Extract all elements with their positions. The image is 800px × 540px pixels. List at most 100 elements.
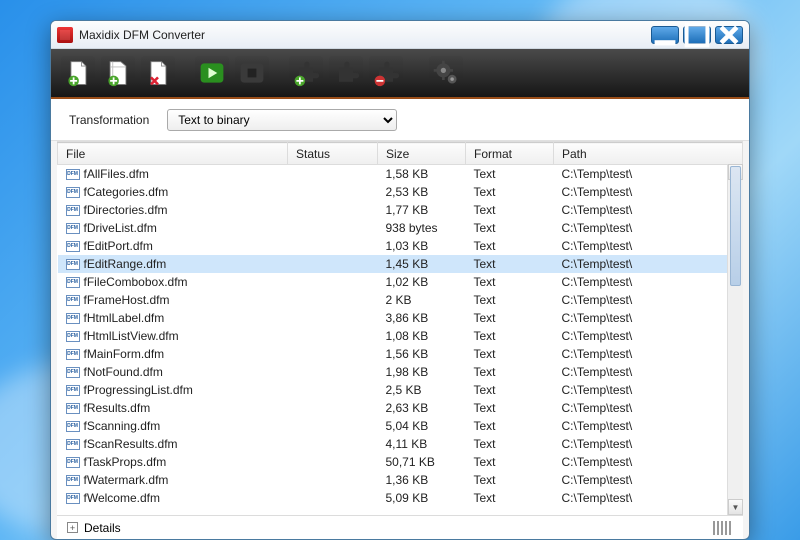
cell-size: 2,5 KB — [378, 381, 466, 399]
table-row[interactable]: fEditPort.dfm1,03 KBTextC:\Temp\test\ — [58, 237, 743, 255]
transformation-select[interactable]: Text to binary — [167, 109, 397, 131]
cell-path: C:\Temp\test\ — [554, 327, 743, 345]
cell-status — [288, 201, 378, 219]
expand-details-button[interactable]: + — [67, 522, 78, 533]
cell-file: fHtmlLabel.dfm — [58, 309, 288, 327]
table-row[interactable]: fMainForm.dfm1,56 KBTextC:\Temp\test\ — [58, 345, 743, 363]
cell-status — [288, 273, 378, 291]
close-button[interactable] — [715, 26, 743, 44]
col-format[interactable]: Format — [466, 143, 554, 165]
cell-status — [288, 453, 378, 471]
add-file-button[interactable] — [61, 56, 95, 90]
cell-format: Text — [466, 435, 554, 453]
plugin-remove-button[interactable] — [369, 56, 403, 90]
stop-button[interactable] — [235, 56, 269, 90]
table-row[interactable]: fDirectories.dfm1,77 KBTextC:\Temp\test\ — [58, 201, 743, 219]
cell-format: Text — [466, 183, 554, 201]
dfm-file-icon — [66, 475, 80, 486]
cell-size: 1,58 KB — [378, 165, 466, 183]
dfm-file-icon — [66, 331, 80, 342]
table-row[interactable]: fScanning.dfm5,04 KBTextC:\Temp\test\ — [58, 417, 743, 435]
run-button[interactable] — [195, 56, 229, 90]
col-size[interactable]: Size — [378, 143, 466, 165]
add-folder-button[interactable] — [101, 56, 135, 90]
table-row[interactable]: fResults.dfm2,63 KBTextC:\Temp\test\ — [58, 399, 743, 417]
dfm-file-icon — [66, 295, 80, 306]
cell-file: fEditRange.dfm — [58, 255, 288, 273]
cell-file: fProgressingList.dfm — [58, 381, 288, 399]
dfm-file-icon — [66, 259, 80, 270]
cell-size: 1,98 KB — [378, 363, 466, 381]
cell-format: Text — [466, 345, 554, 363]
col-file[interactable]: File — [58, 143, 288, 165]
cell-size: 1,56 KB — [378, 345, 466, 363]
dfm-file-icon — [66, 313, 80, 324]
table-row[interactable]: fHtmlLabel.dfm 3,86 KBTextC:\Temp\test\ — [58, 309, 743, 327]
cell-format: Text — [466, 489, 554, 507]
table-row[interactable]: fProgressingList.dfm2,5 KBTextC:\Temp\te… — [58, 381, 743, 399]
table-row[interactable]: fWelcome.dfm5,09 KBTextC:\Temp\test\ — [58, 489, 743, 507]
cell-file: fMainForm.dfm — [58, 345, 288, 363]
cell-size: 5,04 KB — [378, 417, 466, 435]
app-icon — [57, 27, 73, 43]
table-row[interactable]: fNotFound.dfm1,98 KBTextC:\Temp\test\ — [58, 363, 743, 381]
cell-size: 3,86 KB — [378, 309, 466, 327]
transformation-row: Transformation Text to binary — [51, 99, 749, 141]
dfm-file-icon — [66, 367, 80, 378]
cell-format: Text — [466, 291, 554, 309]
cell-file: fScanning.dfm — [58, 417, 288, 435]
cell-status — [288, 399, 378, 417]
cell-format: Text — [466, 309, 554, 327]
cell-status — [288, 363, 378, 381]
cell-file: fDirectories.dfm — [58, 201, 288, 219]
remove-file-button[interactable] — [141, 56, 175, 90]
table-row[interactable]: fFileCombobox.dfm1,02 KBTextC:\Temp\test… — [58, 273, 743, 291]
cell-path: C:\Temp\test\ — [554, 165, 743, 183]
vertical-scrollbar[interactable]: ▲ ▼ — [727, 164, 743, 515]
table-row[interactable]: fEditRange.dfm1,45 KBTextC:\Temp\test\ — [58, 255, 743, 273]
table-row[interactable]: fHtmlListView.dfm1,08 KBTextC:\Temp\test… — [58, 327, 743, 345]
cell-path: C:\Temp\test\ — [554, 183, 743, 201]
cell-size: 1,03 KB — [378, 237, 466, 255]
details-label: Details — [84, 521, 121, 535]
table-row[interactable]: fTaskProps.dfm50,71 KBTextC:\Temp\test\ — [58, 453, 743, 471]
dfm-file-icon — [66, 223, 80, 234]
cell-format: Text — [466, 327, 554, 345]
cell-path: C:\Temp\test\ — [554, 471, 743, 489]
footer-splitter-icon[interactable] — [713, 521, 733, 535]
table-row[interactable]: fAllFiles.dfm1,58 KBTextC:\Temp\test\ — [58, 165, 743, 183]
dfm-file-icon — [66, 277, 80, 288]
cell-size: 4,11 KB — [378, 435, 466, 453]
dfm-file-icon — [66, 457, 80, 468]
cell-path: C:\Temp\test\ — [554, 453, 743, 471]
cell-status — [288, 327, 378, 345]
cell-status — [288, 471, 378, 489]
scroll-down-arrow-icon[interactable]: ▼ — [728, 499, 743, 515]
table-row[interactable]: fCategories.dfm2,53 KBTextC:\Temp\test\ — [58, 183, 743, 201]
table-row[interactable]: fFrameHost.dfm2 KBTextC:\Temp\test\ — [58, 291, 743, 309]
col-status[interactable]: Status — [288, 143, 378, 165]
cell-size: 50,71 KB — [378, 453, 466, 471]
settings-button[interactable] — [429, 56, 463, 90]
table-row[interactable]: fScanResults.dfm4,11 KBTextC:\Temp\test\ — [58, 435, 743, 453]
window-title: Maxidix DFM Converter — [79, 28, 651, 42]
dfm-file-icon — [66, 349, 80, 360]
cell-status — [288, 255, 378, 273]
cell-status — [288, 417, 378, 435]
cell-status — [288, 165, 378, 183]
plugin-button[interactable] — [329, 56, 363, 90]
cell-path: C:\Temp\test\ — [554, 309, 743, 327]
cell-path: C:\Temp\test\ — [554, 255, 743, 273]
scroll-thumb[interactable] — [730, 166, 741, 286]
col-path[interactable]: Path — [554, 143, 743, 165]
table-row[interactable]: fWatermark.dfm1,36 KBTextC:\Temp\test\ — [58, 471, 743, 489]
cell-status — [288, 381, 378, 399]
cell-file: fNotFound.dfm — [58, 363, 288, 381]
maximize-button[interactable] — [683, 26, 711, 44]
table-row[interactable]: fDriveList.dfm938 bytesTextC:\Temp\test\ — [58, 219, 743, 237]
cell-file: fTaskProps.dfm — [58, 453, 288, 471]
minimize-button[interactable] — [651, 26, 679, 44]
cell-path: C:\Temp\test\ — [554, 273, 743, 291]
cell-file: fAllFiles.dfm — [58, 165, 288, 183]
plugin-add-button[interactable] — [289, 56, 323, 90]
